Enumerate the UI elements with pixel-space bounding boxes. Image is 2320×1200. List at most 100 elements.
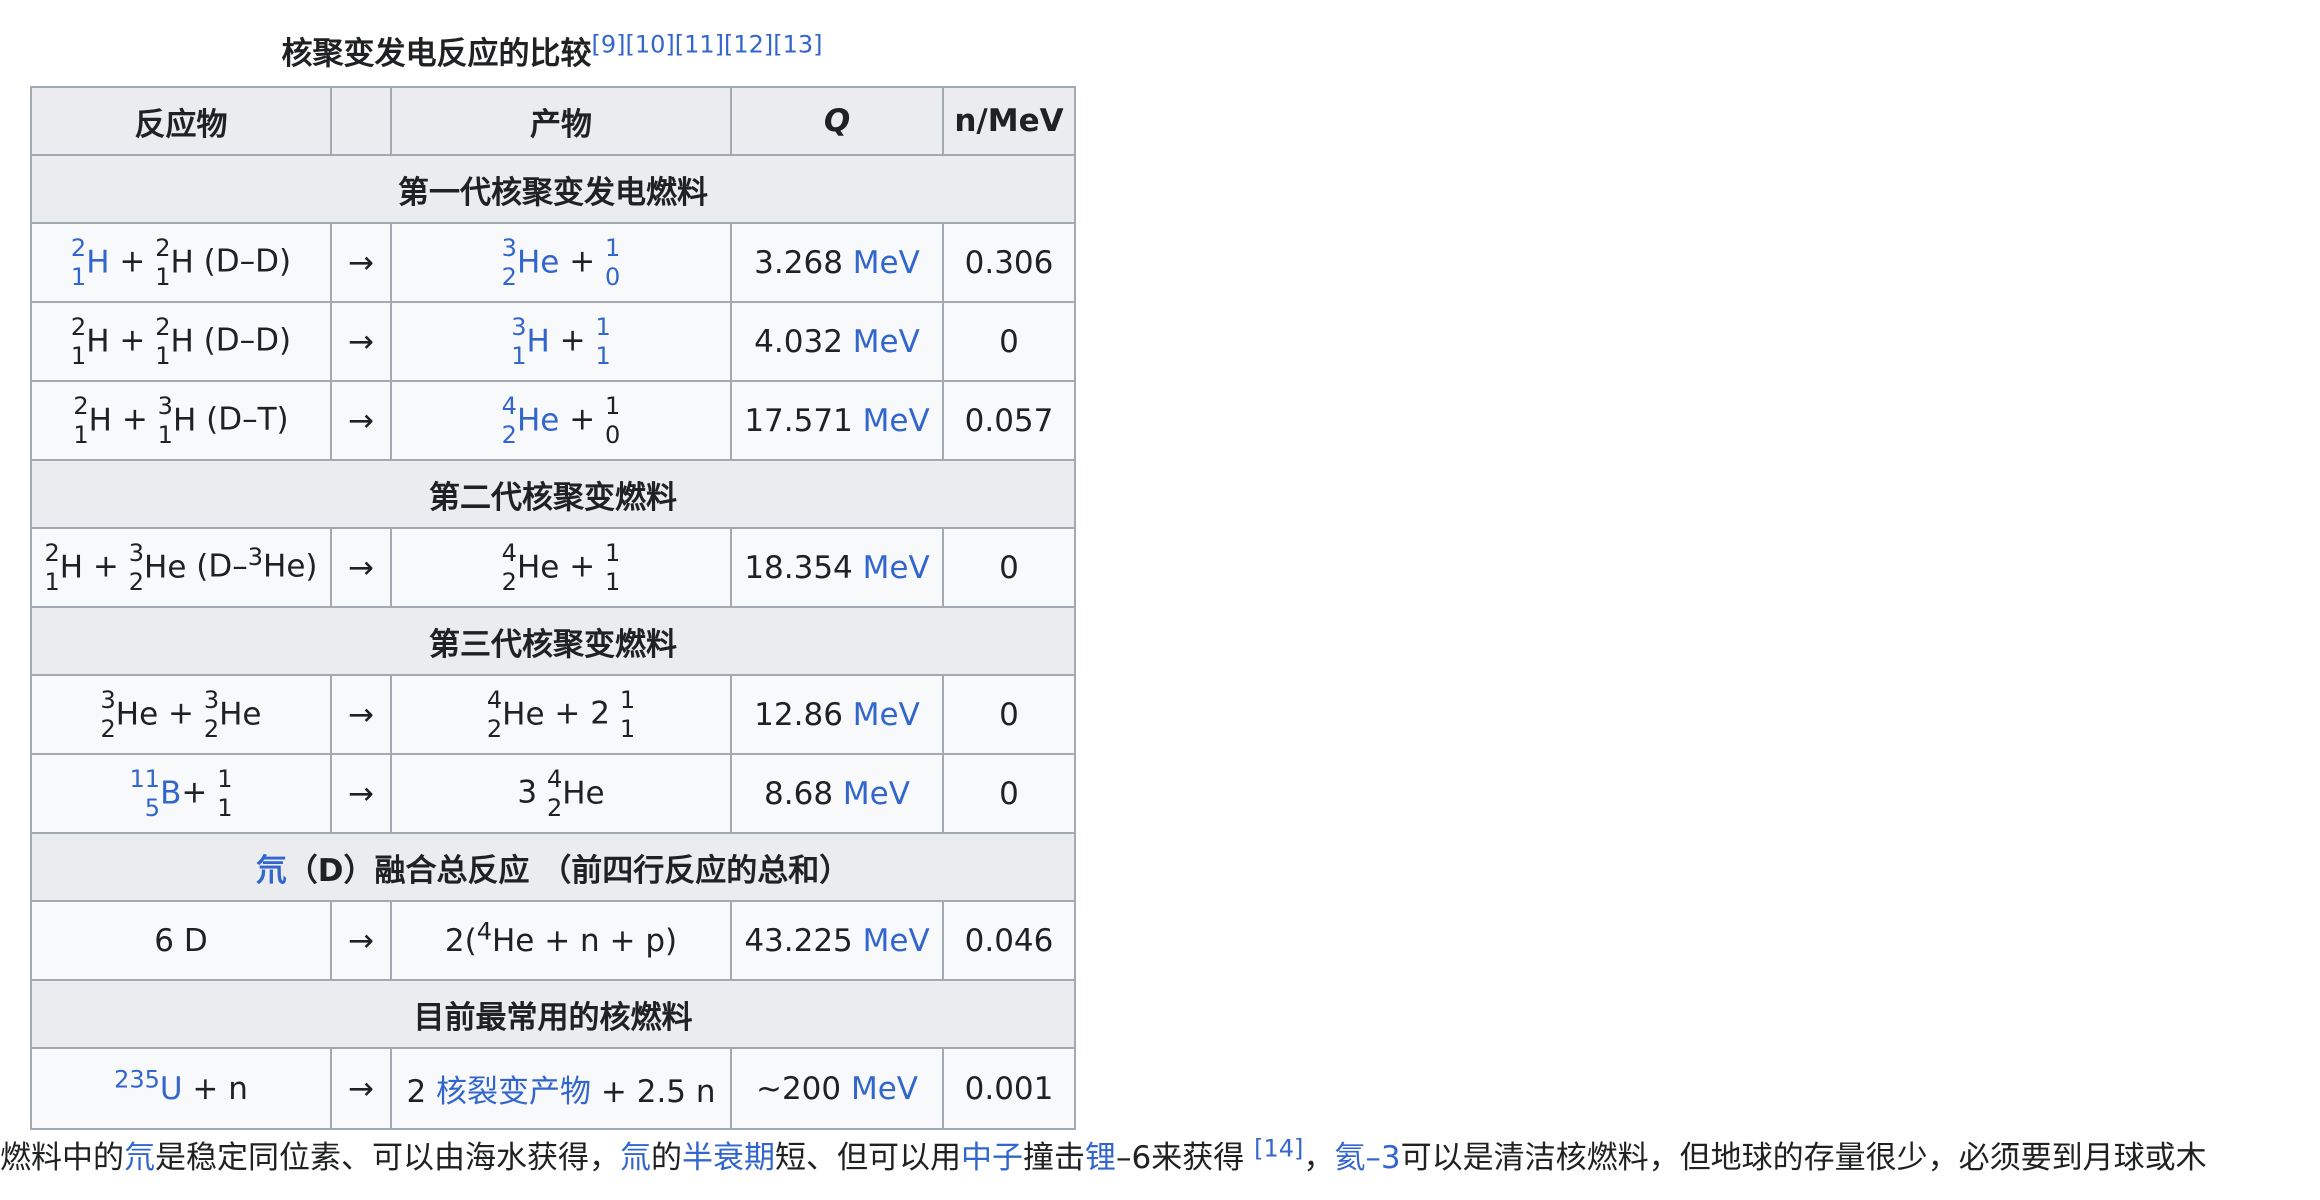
atomic-number: 1 <box>619 714 636 743</box>
citation-ref-link[interactable]: [9] <box>591 31 625 59</box>
article-link[interactable]: 锂 <box>1085 1140 1116 1176</box>
reactants-cell: 3 2 He + 3 2 He <box>30 674 332 755</box>
mass-number: 1 <box>605 391 621 420</box>
article-link[interactable]: 中子 <box>961 1140 1023 1176</box>
nuclide-link[interactable]: 31H <box>511 313 550 371</box>
formula-text: + <box>109 322 156 358</box>
n-per-mev-cell: 0 <box>942 301 1076 382</box>
nuclide-link[interactable]: 21H <box>71 234 110 292</box>
mass-number: 2 <box>155 312 171 341</box>
group-header-row: 第二代核聚变燃料 <box>30 459 1076 529</box>
atomic-number: 1 <box>73 420 89 449</box>
nuclide-numbers: 32 <box>502 234 517 292</box>
paragraph-text: 是稳定同位素、可以由海水获得， <box>155 1140 620 1176</box>
reactants-cell: 21H + 21H (D–D) <box>30 301 332 382</box>
n-per-mev-cell: 0.306 <box>942 222 1076 303</box>
formula-text: + <box>109 243 156 279</box>
mass-number: 2 <box>70 312 87 341</box>
element-symbol: He <box>516 402 560 438</box>
article-link[interactable]: 氚 <box>620 1140 651 1176</box>
atomic-number: 1 <box>70 262 87 291</box>
q-value: 8.68 <box>764 775 834 812</box>
element-symbol: H <box>172 402 197 438</box>
mass-number: 4 <box>486 685 503 714</box>
citation-ref-link[interactable]: [12] <box>724 31 773 59</box>
group-title: 第一代核聚变发电燃料 <box>30 154 1076 224</box>
mass-number: 3 <box>157 391 173 420</box>
nuclide-link[interactable]: 10 <box>605 234 620 292</box>
mev-unit-link[interactable]: MeV <box>853 245 920 281</box>
inline-link[interactable]: 核裂变产物 <box>436 1074 591 1110</box>
nuclide: 21H <box>44 539 83 597</box>
nuclide-link[interactable]: 11 <box>596 313 611 371</box>
n-per-mev-cell: 0.001 <box>942 1047 1076 1130</box>
atomic-number: 1 <box>157 420 173 449</box>
nuclide-link[interactable]: 4 2 He <box>502 392 560 450</box>
element-symbol: H <box>59 549 84 585</box>
arrow-cell: → <box>330 527 392 608</box>
table-row: 21H + 21H (D–D) → 3 1 H + 1 1 4.032 MeV 0 <box>30 301 1076 382</box>
element-symbol: H <box>86 244 110 280</box>
atomic-number: 1 <box>605 567 621 596</box>
nuclide: 10 <box>605 392 620 450</box>
mass-number: 3 <box>100 685 116 714</box>
mass-number: 11 <box>129 764 161 793</box>
nuclide-link[interactable]: 11 5 B <box>130 765 182 823</box>
group-title: 氘（D）融合总反应 （前四行反应的总和） <box>30 832 1076 902</box>
inline-link[interactable]: U <box>160 1071 183 1107</box>
atomic-number: 2 <box>203 714 220 743</box>
article-link[interactable]: 氦–3 <box>1334 1140 1400 1176</box>
atomic-number: 2 <box>128 567 145 596</box>
nuclide: 4 2 He <box>502 539 560 597</box>
table-row: 21H + 31H (D–T) → 4 2 He + 1 0 17.571 MeV 0.057 <box>30 380 1076 461</box>
nuclide: 3 2 He <box>204 686 262 744</box>
mev-unit-link[interactable]: MeV <box>843 776 910 812</box>
superscript[interactable]: 235 <box>114 1065 160 1093</box>
mev-unit-link[interactable]: MeV <box>863 923 930 959</box>
table-caption: 核聚变发电反应的比较[9][10][11][12][13] <box>30 28 1074 80</box>
formula-text: 2 <box>406 1074 437 1110</box>
citation-ref-link[interactable]: [14] <box>1254 1135 1303 1163</box>
q-value: 43.225 <box>744 922 853 959</box>
nuclide: 21H <box>71 313 110 371</box>
mass-number: 1 <box>605 233 621 262</box>
mev-unit-link[interactable]: MeV <box>863 403 930 439</box>
group-title-text: 第一代核聚变发电燃料 <box>398 174 708 211</box>
group-title-link[interactable]: 氘 <box>256 853 287 889</box>
citation-ref-link[interactable]: [10] <box>625 31 674 59</box>
nuclide-numbers: 11 <box>620 686 635 744</box>
formula-text: He) <box>263 548 318 584</box>
atomic-number: 0 <box>605 420 621 449</box>
formula-text: + 2.5 n <box>591 1074 716 1110</box>
header-reactants: 反应物 <box>30 86 332 156</box>
formula-text: + <box>559 548 606 584</box>
article-link[interactable]: 半衰期 <box>682 1140 775 1176</box>
citation-ref-link[interactable]: [11] <box>675 31 724 59</box>
products-cell: 3 2 He + 10 <box>390 222 732 303</box>
article-link[interactable]: 氘 <box>124 1140 155 1176</box>
mev-unit-link[interactable]: MeV <box>851 1071 918 1107</box>
formula-text: He + n + p) <box>491 922 678 959</box>
reactants-cell: 6 D <box>30 900 332 981</box>
formula-text: 6 D <box>154 922 208 959</box>
caption-refs[interactable]: [9][10][11][12][13] <box>591 33 822 72</box>
mev-unit-link[interactable]: MeV <box>853 324 920 360</box>
citation-ref-link[interactable]: [13] <box>773 31 822 59</box>
paragraph-text: ， <box>1303 1140 1335 1176</box>
nuclide-numbers: 32 <box>204 686 219 744</box>
nuclide-link[interactable]: 3 2 He <box>502 234 560 292</box>
arrow-cell: → <box>330 753 392 834</box>
q-cell: 18.354 MeV <box>730 527 944 608</box>
element-symbol: H <box>170 244 194 280</box>
element-symbol: H <box>86 323 110 359</box>
element-symbol: He <box>144 549 187 585</box>
nuclide-numbers: 11 <box>596 313 611 371</box>
q-value: 3.268 <box>754 244 843 281</box>
mev-unit-link[interactable]: MeV <box>863 550 930 586</box>
reactants-cell: 11 5 B+ 11 <box>30 753 332 834</box>
mass-number: 3 <box>128 538 145 567</box>
mass-number: 2 <box>155 233 171 262</box>
atomic-number: 1 <box>155 262 171 291</box>
group-title-text: 第三代核聚变燃料 <box>429 626 677 663</box>
mev-unit-link[interactable]: MeV <box>853 697 920 733</box>
